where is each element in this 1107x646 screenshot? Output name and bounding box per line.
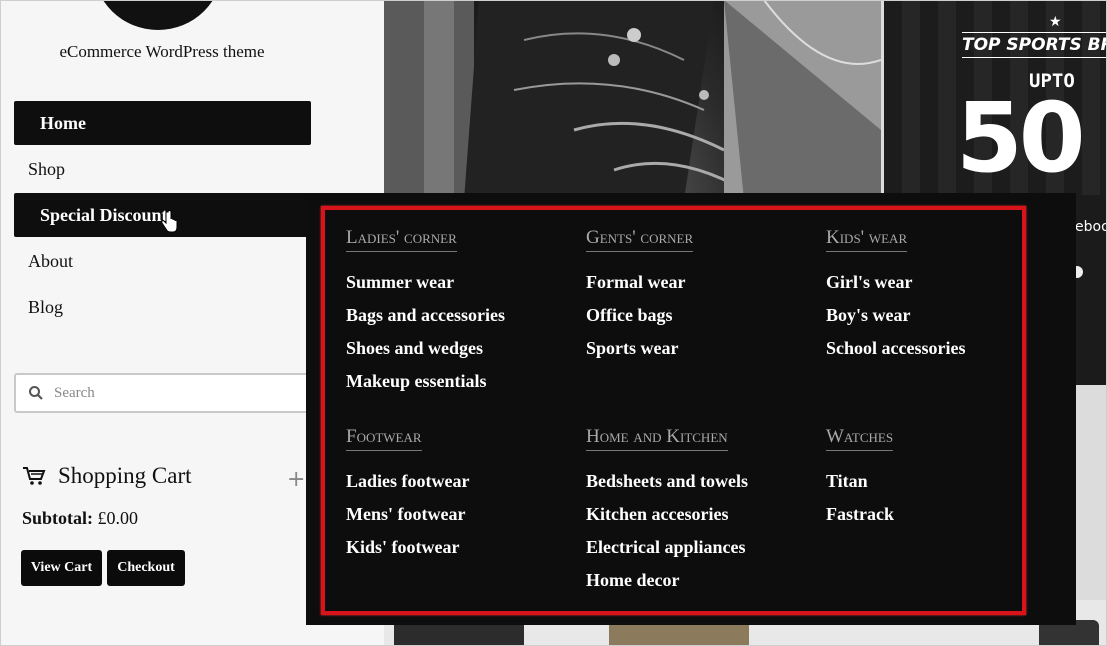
menu-link[interactable]: Titan	[826, 465, 1046, 498]
search-icon[interactable]	[28, 385, 44, 401]
column-title[interactable]: Home and Kitchen	[586, 426, 728, 451]
expand-cart-icon[interactable]: +	[287, 467, 305, 492]
shoe-image-detail	[384, 0, 881, 200]
menu-link[interactable]: Fastrack	[826, 498, 1046, 531]
site-logo[interactable]	[93, 0, 223, 30]
hand-cursor-icon	[161, 210, 178, 233]
promo-percent: 50	[956, 82, 1086, 194]
promo-headline: TOP SPORTS BRA	[962, 32, 1107, 58]
site-tagline: eCommerce WordPress theme	[59, 42, 265, 61]
nav-item-about[interactable]: About	[14, 239, 311, 283]
menu-link[interactable]: Formal wear	[586, 266, 806, 299]
menu-link[interactable]: Bags and accessories	[346, 299, 566, 332]
menu-link[interactable]: Shoes and wedges	[346, 332, 566, 365]
nav-item-blog[interactable]: Blog	[14, 285, 311, 329]
shopping-cart-title: Shopping Cart	[58, 463, 192, 488]
promo-banner[interactable]: ★ TOP SPORTS BRA UPTO 50	[884, 0, 1107, 195]
menu-link[interactable]: Ladies footwear	[346, 465, 566, 498]
promo-social-text: ebook	[1075, 219, 1107, 235]
menu-link[interactable]: Makeup essentials	[346, 365, 566, 398]
column-title[interactable]: Watches	[826, 426, 894, 451]
subtotal-label: Subtotal:	[22, 508, 94, 528]
search-box	[14, 373, 324, 413]
menu-link[interactable]: Mens' footwear	[346, 498, 566, 531]
nav-item-home[interactable]: Home	[14, 101, 311, 145]
subtotal-value: £0.00	[97, 508, 139, 528]
star-icon: ★	[1049, 14, 1062, 30]
mega-menu-column: Home and Kitchen Bedsheets and towels Ki…	[586, 426, 806, 597]
search-input[interactable]	[52, 383, 296, 403]
menu-link[interactable]: Sports wear	[586, 332, 806, 365]
mega-menu-column: Watches Titan Fastrack	[826, 426, 1046, 531]
mega-menu-column: Gents' corner Formal wear Office bags Sp…	[586, 227, 806, 365]
cart-subtotal: Subtotal: £0.00	[22, 508, 138, 529]
cart-icon	[23, 467, 46, 485]
menu-link[interactable]: Home decor	[586, 564, 806, 597]
nav-item-shop[interactable]: Shop	[14, 147, 311, 191]
column-title[interactable]: Kids' wear	[826, 227, 908, 252]
menu-link[interactable]: Boy's wear	[826, 299, 1046, 332]
checkout-button[interactable]: Checkout	[107, 550, 185, 586]
menu-link[interactable]: Kids' footwear	[346, 531, 566, 564]
menu-link[interactable]: Bedsheets and towels	[586, 465, 806, 498]
mega-menu-dropdown: Ladies' corner Summer wear Bags and acce…	[306, 193, 1076, 625]
menu-link[interactable]: Girl's wear	[826, 266, 1046, 299]
menu-link[interactable]: Electrical appliances	[586, 531, 806, 564]
menu-link[interactable]: Kitchen accesories	[586, 498, 806, 531]
column-title[interactable]: Gents' corner	[586, 227, 694, 252]
shopping-cart-heading: Shopping Cart	[22, 463, 192, 489]
menu-link[interactable]: Office bags	[586, 299, 806, 332]
menu-link[interactable]: School accessories	[826, 332, 1046, 365]
column-title[interactable]: Footwear	[346, 426, 422, 451]
mega-menu-column: Footwear Ladies footwear Mens' footwear …	[346, 426, 566, 564]
mega-menu-column: Ladies' corner Summer wear Bags and acce…	[346, 227, 566, 398]
menu-link[interactable]: Summer wear	[346, 266, 566, 299]
column-title[interactable]: Ladies' corner	[346, 227, 457, 252]
mega-menu-column: Kids' wear Girl's wear Boy's wear School…	[826, 227, 1046, 365]
view-cart-button[interactable]: View Cart	[21, 550, 102, 586]
